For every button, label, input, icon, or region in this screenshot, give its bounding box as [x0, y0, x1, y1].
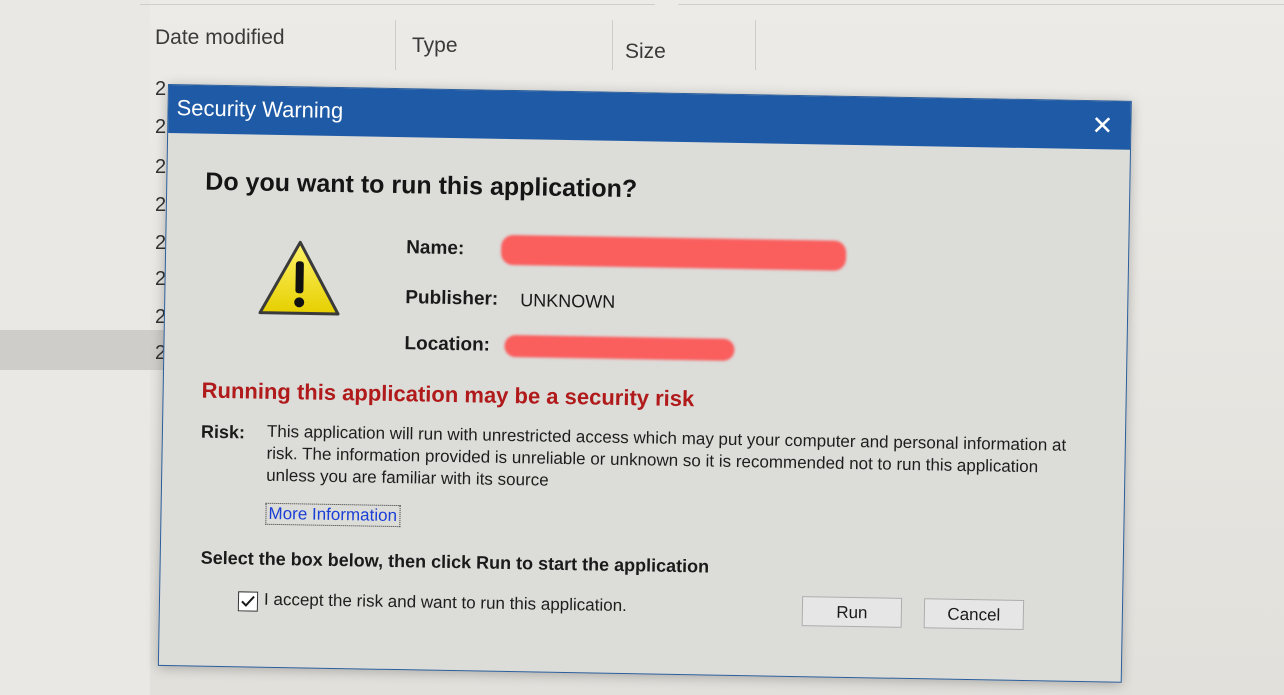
column-separator[interactable]	[612, 20, 613, 70]
select-instruction: Select the box below, then click Run to …	[200, 547, 710, 577]
close-icon[interactable]: ✕	[1086, 109, 1119, 142]
risk-label: Risk:	[200, 421, 246, 443]
name-value-redacted	[500, 234, 847, 271]
column-header-date-modified[interactable]: Date modified	[155, 26, 285, 50]
file-row-date[interactable]: 2	[155, 116, 166, 139]
risk-warning-heading: Running this application may be a securi…	[201, 377, 695, 412]
header-top-border	[140, 4, 655, 5]
security-warning-dialog: Security Warning ✕ Do you want to run th…	[157, 84, 1132, 683]
file-row-date[interactable]: 2	[155, 194, 166, 217]
accept-risk-label[interactable]: I accept the risk and want to run this a…	[264, 590, 627, 616]
file-row-date[interactable]: 2	[155, 78, 166, 101]
header-top-border-right	[678, 4, 1284, 5]
location-value-redacted	[504, 334, 735, 361]
location-label: Location:	[404, 333, 491, 356]
warning-triangle-icon	[258, 240, 340, 316]
risk-description: This application will run with unrestric…	[266, 421, 1067, 490]
column-header-size[interactable]: Size	[625, 40, 666, 64]
name-label: Name:	[405, 237, 465, 260]
dialog-title: Security Warning	[176, 95, 344, 124]
accept-risk-checkbox[interactable]	[237, 591, 259, 612]
publisher-label: Publisher:	[405, 287, 499, 310]
file-row-date[interactable]: 2	[155, 156, 166, 179]
publisher-value: UNKNOWN	[520, 290, 616, 312]
checkmark-icon	[241, 595, 255, 607]
more-information-link[interactable]: More Information	[265, 502, 401, 528]
column-separator[interactable]	[755, 20, 756, 70]
column-separator[interactable]	[395, 20, 396, 70]
dialog-heading: Do you want to run this application?	[205, 167, 638, 204]
run-button[interactable]: Run	[801, 596, 903, 628]
column-header-type[interactable]: Type	[412, 34, 458, 58]
cancel-button[interactable]: Cancel	[923, 598, 1025, 631]
selected-row-highlight	[0, 330, 175, 370]
